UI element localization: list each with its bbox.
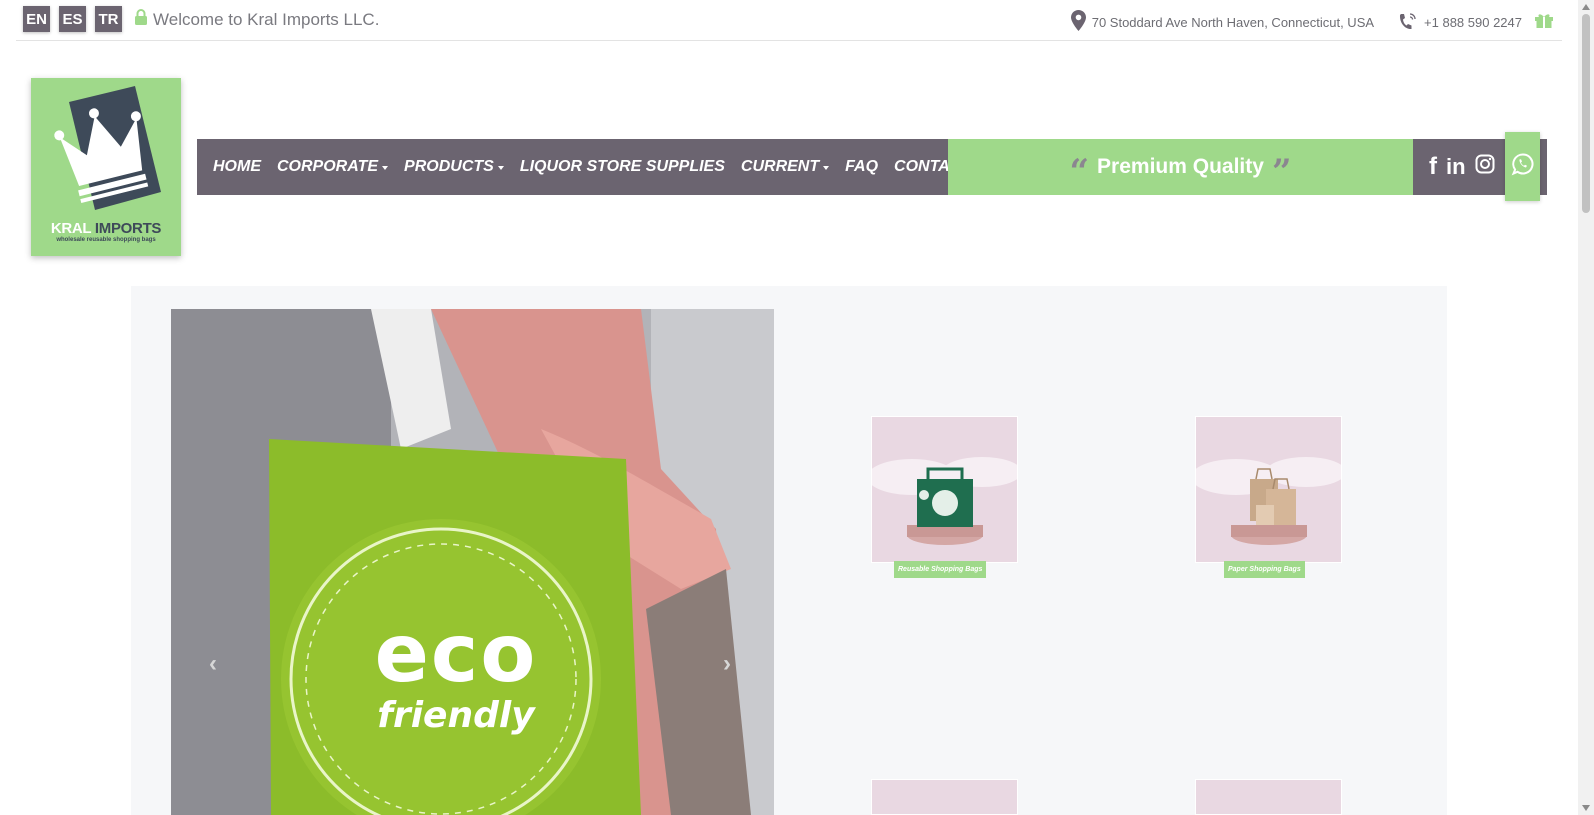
site-logo[interactable]: KRAL IMPORTS wholesale reusable shopping…	[31, 78, 181, 256]
hero-carousel[interactable]: eco friendly	[171, 309, 774, 815]
hero-caption: eco friendly	[374, 607, 538, 736]
carousel-next-button[interactable]: ›	[723, 650, 731, 678]
product-card[interactable]	[871, 779, 1018, 815]
scrollbar-thumb[interactable]	[1582, 14, 1590, 213]
premium-quality-banner: “ Premium Quality ”	[948, 139, 1413, 195]
product-card-paper[interactable]	[1195, 416, 1342, 563]
carousel-prev-button[interactable]: ‹	[209, 650, 217, 678]
product-label-reusable[interactable]: Reusable Shopping Bags	[894, 561, 987, 578]
lang-tr-button[interactable]: TR	[95, 6, 122, 32]
address-text: 70 Stoddard Ave North Haven, Connecticut…	[1091, 14, 1375, 30]
nav-current[interactable]: CURRENT	[741, 158, 830, 176]
contact-info: 70 Stoddard Ave North Haven, Connecticut…	[1070, 10, 1554, 34]
quote-open-icon: “	[1069, 152, 1090, 192]
linkedin-icon[interactable]: in	[1446, 154, 1466, 180]
page-scrollbar[interactable]	[1578, 0, 1594, 815]
hero-image	[171, 309, 774, 815]
phone-text[interactable]: +1 888 590 2247	[1424, 15, 1522, 30]
quote-close-icon: ”	[1271, 152, 1292, 192]
lock-icon	[134, 9, 148, 30]
facebook-icon[interactable]: f	[1429, 153, 1437, 181]
nav-products[interactable]: PRODUCTS	[404, 158, 504, 176]
welcome-text: Welcome to Kral Imports LLC.	[153, 9, 380, 29]
product-image	[1196, 457, 1341, 545]
top-bar: EN ES TR Welcome to Kral Imports LLC. 70…	[16, 0, 1562, 41]
nav-corporate[interactable]: CORPORATE	[277, 158, 389, 176]
lang-es-button[interactable]: ES	[59, 6, 86, 32]
welcome-message: Welcome to Kral Imports LLC.	[134, 9, 379, 30]
logo-tagline: wholesale reusable shopping bags	[56, 237, 156, 243]
whatsapp-icon	[1511, 152, 1535, 181]
caret-down-icon	[382, 166, 389, 170]
nav-liquor-store-supplies[interactable]: LIQUOR STORE SUPPLIES	[520, 158, 725, 176]
nav-home[interactable]: HOME	[213, 158, 261, 176]
main-nav: HOME CORPORATE PRODUCTS LIQUOR STORE SUP…	[197, 139, 971, 195]
lang-en-button[interactable]: EN	[23, 6, 50, 32]
banner-text: Premium Quality	[1097, 155, 1264, 178]
product-card[interactable]	[1195, 779, 1342, 815]
product-label-paper[interactable]: Paper Shopping Bags	[1224, 561, 1305, 578]
caret-down-icon	[823, 166, 830, 170]
scroll-down-icon[interactable]	[1581, 803, 1591, 813]
map-pin-icon	[1070, 10, 1086, 34]
product-image	[872, 457, 1017, 545]
product-card-reusable[interactable]	[871, 416, 1018, 563]
scroll-up-icon[interactable]	[1581, 2, 1591, 12]
logo-brand: KRAL IMPORTS	[50, 220, 162, 237]
phone-icon	[1398, 11, 1418, 34]
page: EN ES TR Welcome to Kral Imports LLC. 70…	[0, 0, 1594, 815]
gift-icon	[1534, 13, 1554, 32]
instagram-icon[interactable]	[1475, 154, 1495, 180]
whatsapp-button[interactable]	[1505, 132, 1540, 201]
nav-faq[interactable]: FAQ	[845, 158, 878, 176]
caret-down-icon	[497, 166, 504, 170]
